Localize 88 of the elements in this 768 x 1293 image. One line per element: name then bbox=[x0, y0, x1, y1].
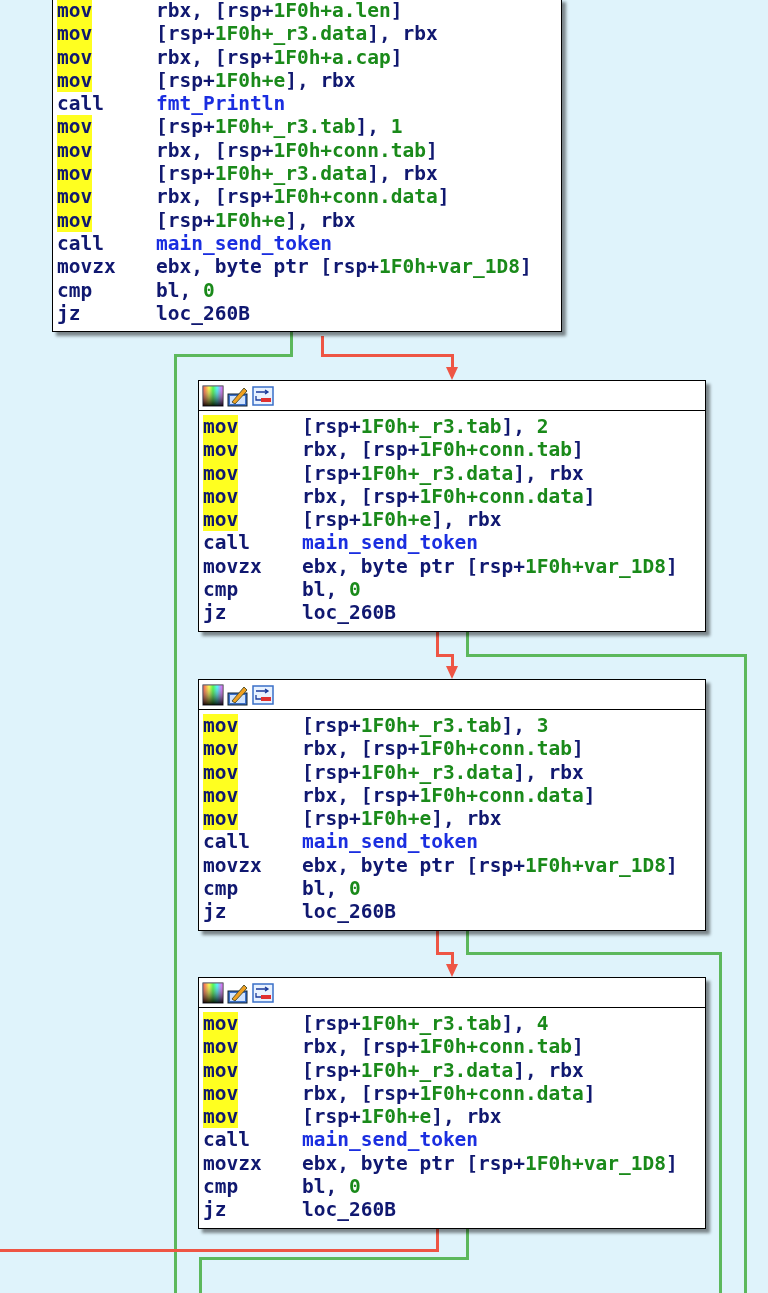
instruction-operand: [rsp+1F0h+_r3.tab], 2 bbox=[302, 415, 549, 439]
instruction-operand: rbx, [rsp+1F0h+conn.tab] bbox=[302, 1035, 584, 1059]
instruction-mnemonic: mov bbox=[203, 415, 239, 439]
instruction-mnemonic: mov bbox=[57, 115, 93, 139]
instruction-mnemonic: mov bbox=[203, 760, 239, 784]
instruction-mnemonic: cmp bbox=[203, 1175, 239, 1199]
instruction-operand: bl, 0 bbox=[302, 578, 361, 602]
instruction-mnemonic: cmp bbox=[203, 578, 239, 602]
instruction-operand: rbx, [rsp+1F0h+conn.tab] bbox=[302, 737, 584, 761]
instruction-mnemonic: mov bbox=[203, 783, 239, 808]
color-palette-icon[interactable] bbox=[202, 683, 224, 706]
instruction-mnemonic: mov bbox=[203, 714, 239, 738]
instruction-mnemonic: jz bbox=[203, 1198, 227, 1222]
instruction-operand: loc_260B bbox=[302, 900, 396, 924]
instruction-operand: ebx, byte ptr [rsp+1F0h+var_1D8] bbox=[302, 853, 678, 878]
instruction-mnemonic: mov bbox=[203, 484, 239, 509]
instruction-operand: rbx, [rsp+1F0h+a.len] bbox=[156, 0, 403, 23]
instruction-mnemonic: mov bbox=[203, 1012, 239, 1036]
instruction-mnemonic: mov bbox=[203, 737, 239, 761]
instruction-mnemonic: mov bbox=[203, 438, 239, 462]
window-arrows-icon[interactable] bbox=[252, 683, 274, 706]
instruction-mnemonic: mov bbox=[57, 0, 93, 23]
instruction-operand: rbx, [rsp+1F0h+conn.data] bbox=[302, 484, 596, 509]
instruction-operand: bl, 0 bbox=[302, 877, 361, 901]
instruction-mnemonic: mov bbox=[57, 208, 93, 232]
instruction-operand: rbx, [rsp+1F0h+a.cap] bbox=[156, 45, 403, 69]
instruction-mnemonic: mov bbox=[57, 22, 93, 46]
instruction-operand: [rsp+1F0h+_r3.tab], 3 bbox=[302, 714, 549, 738]
instruction-operand: [rsp+1F0h+_r3.data], rbx bbox=[156, 162, 438, 186]
instruction-mnemonic: jz bbox=[203, 900, 227, 924]
instruction-mnemonic: mov bbox=[203, 807, 239, 831]
instruction-mnemonic: mov bbox=[203, 1081, 239, 1106]
instruction-operand: [rsp+1F0h+_r3.data], rbx bbox=[302, 461, 584, 485]
instruction-mnemonic: call bbox=[203, 531, 250, 555]
instruction-operand: main_send_token bbox=[302, 531, 479, 555]
instruction-operand: [rsp+1F0h+e], rbx bbox=[302, 807, 502, 831]
instruction-operand: [rsp+1F0h+_r3.data], rbx bbox=[302, 760, 584, 784]
instruction-operand: [rsp+1F0h+_r3.data], rbx bbox=[156, 22, 438, 46]
instruction-operand: loc_260B bbox=[302, 1198, 396, 1222]
instruction-mnemonic: jz bbox=[203, 601, 227, 625]
color-palette-icon[interactable] bbox=[202, 384, 224, 407]
instruction-operand: rbx, [rsp+1F0h+conn.data] bbox=[302, 1081, 596, 1106]
instruction-mnemonic: mov bbox=[57, 185, 93, 209]
instruction-mnemonic: mov bbox=[203, 508, 239, 532]
instruction-operand: loc_260B bbox=[302, 601, 396, 625]
instruction-operand: [rsp+1F0h+e], rbx bbox=[302, 508, 502, 532]
instruction-operand: [rsp+1F0h+e], rbx bbox=[156, 208, 356, 232]
instruction-mnemonic: mov bbox=[203, 461, 239, 485]
instruction-mnemonic: call bbox=[203, 1128, 250, 1152]
instruction-mnemonic: cmp bbox=[203, 877, 239, 901]
window-arrows-icon[interactable] bbox=[252, 981, 274, 1004]
instruction-operand: [rsp+1F0h+e], rbx bbox=[156, 68, 356, 93]
instruction-operand: main_send_token bbox=[156, 231, 333, 256]
instruction-mnemonic: movzx bbox=[203, 1151, 262, 1176]
instruction-mnemonic: call bbox=[57, 231, 104, 256]
instruction-mnemonic: mov bbox=[203, 1105, 239, 1129]
instruction-operand: bl, 0 bbox=[302, 1175, 361, 1199]
instruction-mnemonic: mov bbox=[57, 138, 93, 163]
instruction-mnemonic: call bbox=[57, 92, 104, 116]
color-palette-icon[interactable] bbox=[202, 981, 224, 1004]
instruction-mnemonic: cmp bbox=[57, 278, 93, 302]
instruction-operand: [rsp+1F0h+_r3.tab], 1 bbox=[156, 115, 403, 139]
instruction-operand: [rsp+1F0h+_r3.data], rbx bbox=[302, 1058, 584, 1082]
instruction-operand: ebx, byte ptr [rsp+1F0h+var_1D8] bbox=[156, 255, 532, 279]
instruction-operand: main_send_token bbox=[302, 1128, 479, 1152]
instruction-mnemonic: mov bbox=[203, 1058, 239, 1082]
instruction-operand: rbx, [rsp+1F0h+conn.tab] bbox=[302, 438, 584, 462]
window-arrows-icon[interactable] bbox=[252, 384, 274, 407]
instruction-mnemonic: jz bbox=[57, 301, 81, 326]
instruction-operand: bl, 0 bbox=[156, 278, 215, 302]
instruction-operand: rbx, [rsp+1F0h+conn.tab] bbox=[156, 138, 438, 163]
instruction-mnemonic: movzx bbox=[203, 853, 262, 878]
instruction-mnemonic: movzx bbox=[57, 255, 116, 279]
instruction-mnemonic: mov bbox=[203, 1035, 239, 1059]
instruction-mnemonic: mov bbox=[57, 45, 93, 69]
instruction-mnemonic: mov bbox=[57, 162, 93, 186]
instruction-operand: loc_260B bbox=[156, 301, 250, 326]
instruction-operand: fmt_Println bbox=[156, 92, 286, 116]
instruction-operand: main_send_token bbox=[302, 830, 479, 854]
instruction-operand: rbx, [rsp+1F0h+conn.data] bbox=[156, 185, 450, 209]
instruction-operand: [rsp+1F0h+_r3.tab], 4 bbox=[302, 1012, 549, 1036]
instruction-operand: ebx, byte ptr [rsp+1F0h+var_1D8] bbox=[302, 554, 678, 579]
instruction-mnemonic: movzx bbox=[203, 554, 262, 579]
instruction-mnemonic: call bbox=[203, 830, 250, 854]
instruction-operand: rbx, [rsp+1F0h+conn.data] bbox=[302, 783, 596, 808]
instruction-operand: ebx, byte ptr [rsp+1F0h+var_1D8] bbox=[302, 1151, 678, 1176]
instruction-operand: [rsp+1F0h+e], rbx bbox=[302, 1105, 502, 1129]
instruction-mnemonic: mov bbox=[57, 68, 93, 93]
